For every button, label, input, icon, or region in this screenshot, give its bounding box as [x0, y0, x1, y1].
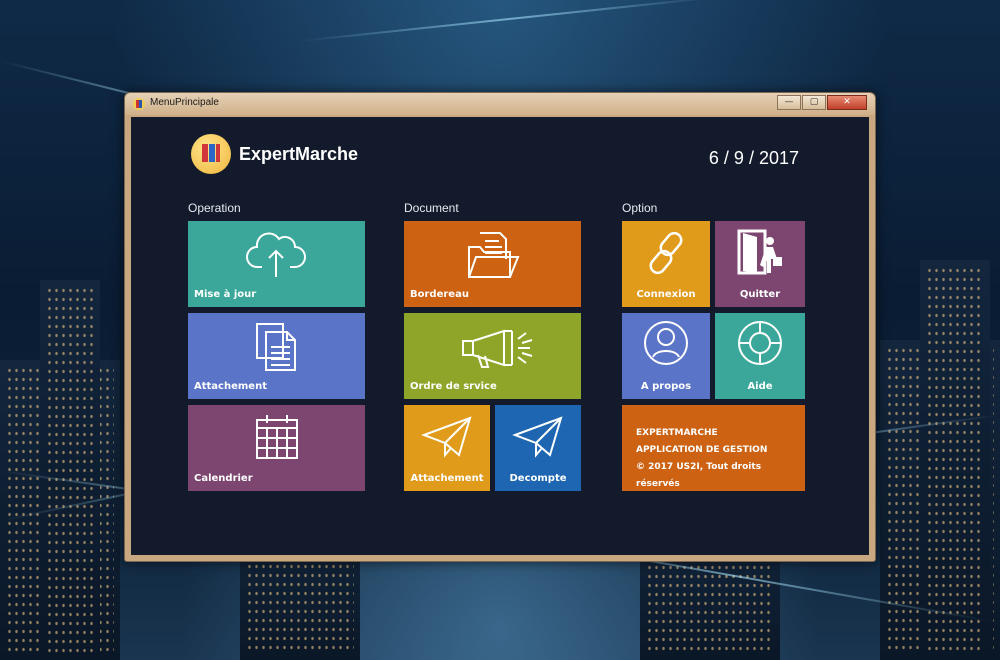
- tile-decompte[interactable]: Decompte: [495, 405, 581, 491]
- tile-label: Mise à jour: [194, 289, 257, 300]
- tile-attachement-operation[interactable]: Attachement: [188, 313, 365, 399]
- section-title-option: Option: [622, 201, 658, 215]
- exit-icon: [737, 229, 782, 275]
- tile-a-propos[interactable]: A propos: [622, 313, 710, 399]
- tile-label: A propos: [640, 381, 692, 392]
- window-titlebar[interactable]: MenuPrincipale — ▢ ✕: [125, 93, 875, 115]
- tile-aide[interactable]: Aide: [715, 313, 805, 399]
- main-window: MenuPrincipale — ▢ ✕ ExpertMarche 6 / 9 …: [124, 92, 876, 562]
- close-button[interactable]: ✕: [827, 95, 867, 110]
- info-line-app-name: EXPERTMARCHE: [636, 428, 718, 438]
- tile-label: Quitter: [739, 289, 781, 300]
- current-date: 6 / 9 / 2017: [708, 148, 799, 168]
- tile-label: Connexion: [636, 289, 696, 300]
- calendar-icon: [256, 415, 298, 459]
- tile-mise-a-jour[interactable]: Mise à jour: [188, 221, 365, 307]
- minimize-button[interactable]: —: [777, 95, 801, 110]
- app-icon: [133, 98, 145, 110]
- window-title: MenuPrincipale: [150, 97, 219, 108]
- megaphone-icon: [462, 329, 533, 368]
- documents-icon: [256, 323, 296, 371]
- cloud-upload-icon: [246, 232, 306, 277]
- tile-label: Aide: [747, 381, 773, 392]
- tile-bordereau[interactable]: Bordereau: [404, 221, 581, 307]
- tile-ordre-de-service[interactable]: Ordre de srvice: [404, 313, 581, 399]
- tile-connexion[interactable]: Connexion: [622, 221, 710, 307]
- app-logo-icon: [191, 134, 231, 174]
- user-icon: [644, 321, 688, 365]
- maximize-button[interactable]: ▢: [802, 95, 826, 110]
- tile-label: Decompte: [509, 473, 567, 484]
- info-line-copyright: © 2017 US2I, Tout droits réservés: [636, 462, 762, 489]
- tile-label: Attachement: [194, 381, 267, 392]
- section-title-document: Document: [404, 201, 459, 215]
- app-name: ExpertMarche: [239, 143, 359, 164]
- lifebuoy-icon: [738, 321, 782, 365]
- tile-quitter[interactable]: Quitter: [715, 221, 805, 307]
- paper-plane-icon: [421, 416, 472, 458]
- folder-icon: [468, 232, 520, 278]
- link-icon: [649, 231, 683, 275]
- info-panel: EXPERTMARCHE APPLICATION DE GESTION © 20…: [622, 405, 805, 491]
- tile-label: Calendrier: [194, 473, 253, 484]
- window-client-area: ExpertMarche 6 / 9 / 2017 Operation Mise…: [131, 117, 869, 555]
- tile-label: Bordereau: [410, 289, 469, 300]
- tile-calendrier[interactable]: Calendrier: [188, 405, 365, 491]
- brand: ExpertMarche: [191, 134, 358, 174]
- info-line-description: APPLICATION DE GESTION: [636, 445, 768, 455]
- tile-label: Attachement: [410, 473, 484, 484]
- tile-attachement-document[interactable]: Attachement: [404, 405, 490, 491]
- tile-label: Ordre de srvice: [410, 381, 497, 392]
- section-title-operation: Operation: [188, 201, 241, 215]
- paper-plane-icon: [512, 416, 563, 458]
